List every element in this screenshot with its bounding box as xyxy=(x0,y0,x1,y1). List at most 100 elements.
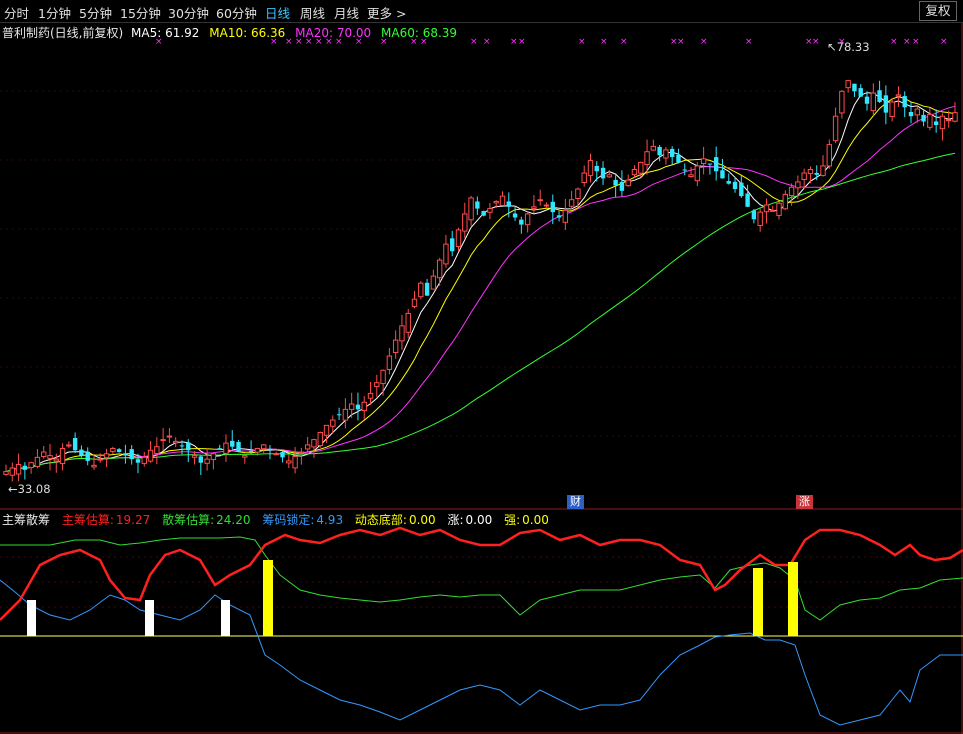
signal-x-marker: × xyxy=(470,37,478,47)
ma20-line xyxy=(5,105,956,473)
candle-body-down xyxy=(506,201,511,207)
candle-body-up xyxy=(801,172,807,180)
candle-body-up xyxy=(443,243,449,265)
indicator-retail-value: 24.20 xyxy=(216,513,251,527)
candle-body-up xyxy=(392,339,399,354)
candle-body-up xyxy=(34,456,41,467)
signal-x-marker: × xyxy=(620,37,628,47)
candle-body-down xyxy=(179,445,185,447)
candle-body-up xyxy=(606,174,613,178)
candle-body-up xyxy=(939,115,946,130)
indicator-retail-label: 散筹估算: xyxy=(162,513,215,527)
candle-body-up xyxy=(807,168,814,175)
candle-body-up xyxy=(3,471,9,475)
candle-body-down xyxy=(198,456,204,463)
candle-body-down xyxy=(732,181,738,190)
candle-body-down xyxy=(355,404,361,410)
period-tab-fenshi[interactable]: 分时 xyxy=(4,3,29,22)
candle-body-down xyxy=(230,440,235,447)
candle-body-up xyxy=(154,446,160,455)
signal-x-marker: × xyxy=(700,37,708,47)
signal-x-marker: × xyxy=(600,37,608,47)
candle-body-down xyxy=(902,96,907,108)
candle-body-down xyxy=(921,114,926,122)
candle-body-up xyxy=(254,447,261,453)
signal-bar xyxy=(145,600,154,636)
candle-body-up xyxy=(298,451,305,454)
period-tab-15min[interactable]: 15分钟 xyxy=(120,3,161,22)
indicator-rise-value: 0.00 xyxy=(465,513,493,527)
candle-body-up xyxy=(763,204,770,213)
period-tab-monthly[interactable]: 月线 xyxy=(334,3,359,22)
period-tab-5min[interactable]: 5分钟 xyxy=(79,3,112,22)
candle-body-up xyxy=(462,213,468,232)
candle-body-up xyxy=(91,464,97,468)
candle-body-up xyxy=(304,444,311,450)
candle-body-up xyxy=(650,145,657,151)
candle-body-up xyxy=(103,453,110,459)
candle-body-up xyxy=(587,160,594,176)
candle-body-up xyxy=(568,199,575,207)
candle-body-down xyxy=(814,172,819,175)
candle-body-up xyxy=(286,460,292,464)
candle-body-down xyxy=(720,170,725,179)
candle-body-up xyxy=(776,202,782,216)
candle-body-down xyxy=(186,442,191,451)
period-tab-60min[interactable]: 60分钟 xyxy=(216,3,257,22)
candle-body-down xyxy=(751,210,757,220)
finance-event-badge[interactable]: 财 xyxy=(567,495,584,509)
ma10-legend: MA10: 66.36 xyxy=(209,26,286,40)
candle-body-down xyxy=(676,154,681,163)
candle-body-up xyxy=(59,447,66,465)
candle-body-up xyxy=(210,453,217,461)
candle-body-down xyxy=(908,111,914,117)
candle-body-up xyxy=(770,209,776,212)
candle-body-up xyxy=(311,439,317,448)
candle-body-down xyxy=(745,193,750,207)
candle-body-down xyxy=(739,182,744,197)
period-more-menu[interactable]: 更多 > xyxy=(367,3,406,22)
indicator-legend: 主筹散筹 主筹估算: 19.27 散筹估算: 24.20 筹码锁定: 4.93 动态底… xyxy=(2,511,551,528)
period-tab-1min[interactable]: 1分钟 xyxy=(38,3,71,22)
candle-body-up xyxy=(342,408,349,421)
period-tab-30min[interactable]: 30分钟 xyxy=(168,3,209,22)
candle-body-up xyxy=(97,458,103,461)
candle-body-up xyxy=(147,449,154,462)
candle-body-up xyxy=(53,458,59,462)
period-tab-daily[interactable]: 日线 xyxy=(265,3,290,22)
candle-body-up xyxy=(644,151,650,166)
candle-body-down xyxy=(858,88,863,97)
candle-body-down xyxy=(217,448,222,450)
signal-bar xyxy=(27,600,36,636)
limit-up-event-badge[interactable]: 涨 xyxy=(796,495,813,509)
arrow-icon: ← xyxy=(8,482,18,496)
chart-canvas[interactable]: × × × × × × × × × × × × × × × × × × × × × × × × × × × × × × xyxy=(0,0,963,734)
signal-x-marker: × xyxy=(483,37,491,47)
indicator-rise-label: 涨: xyxy=(447,513,464,527)
candle-body-up xyxy=(688,174,694,178)
candle-body-up xyxy=(436,259,443,279)
candle-body-up xyxy=(531,206,537,209)
period-tab-weekly[interactable]: 周线 xyxy=(300,3,325,22)
candle-body-down xyxy=(669,148,675,158)
candle-body-down xyxy=(123,453,128,456)
ma5-legend: MA5: 61.92 xyxy=(131,26,200,40)
candle-body-up xyxy=(524,213,531,226)
candle-body-down xyxy=(657,146,662,156)
candle-body-up xyxy=(323,424,330,436)
candle-body-up xyxy=(110,447,116,453)
candle-body-down xyxy=(116,449,122,453)
candle-body-up xyxy=(845,80,851,89)
candle-body-down xyxy=(248,450,254,453)
candle-body-up xyxy=(317,431,323,447)
candle-body-up xyxy=(952,112,958,122)
candle-body-up xyxy=(47,455,53,459)
main-chip-line xyxy=(0,526,963,621)
candle-body-up xyxy=(581,172,587,183)
arrow-icon: ↖ xyxy=(827,40,837,54)
fuquan-button[interactable]: 复权 xyxy=(919,1,957,21)
candle-body-up xyxy=(418,282,424,298)
signal-x-marker: × xyxy=(518,37,526,47)
candle-body-down xyxy=(682,169,687,171)
candle-body-up xyxy=(166,435,173,438)
